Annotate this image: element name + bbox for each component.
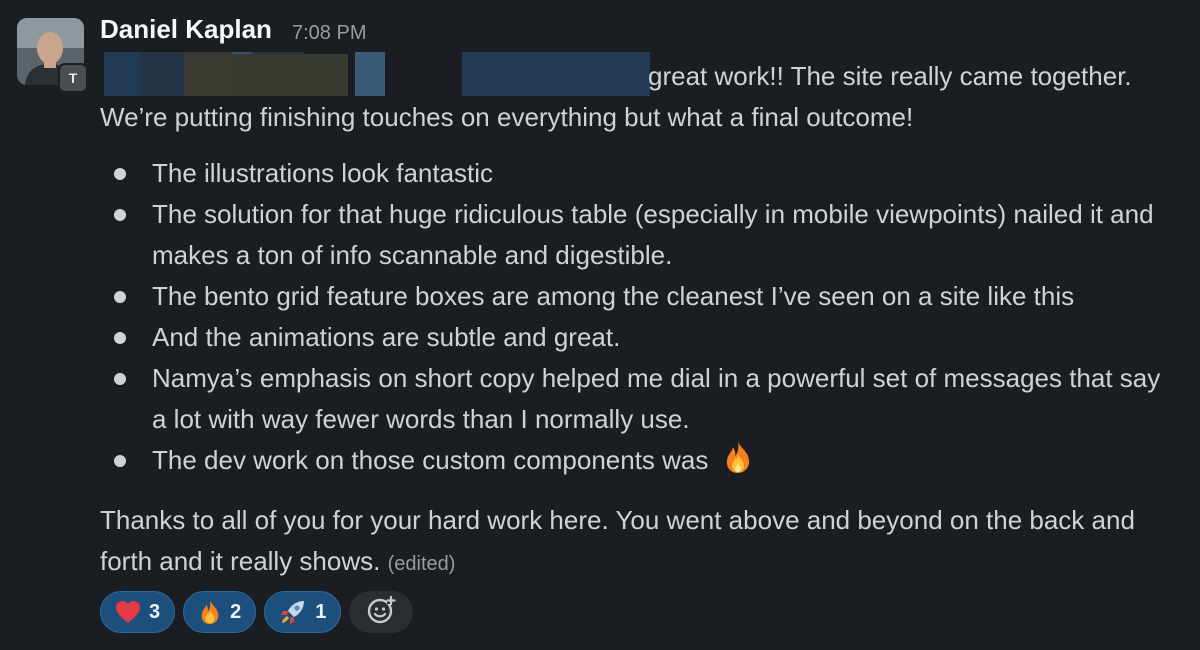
list-item: Namya’s emphasis on short copy helped me…	[100, 358, 1180, 440]
reaction-heart[interactable]: 3	[100, 591, 176, 633]
bullet-point	[114, 168, 126, 180]
message-closing: Thanks to all of you for your hard work …	[100, 500, 1180, 585]
chat-message: T Daniel Kaplan 7:08 PM great work!! The…	[0, 0, 1200, 650]
list-item: The bento grid feature boxes are among t…	[100, 276, 1180, 317]
list-item-text: The illustrations look fantastic	[152, 158, 494, 188]
reaction-count: 2	[230, 600, 242, 623]
reaction-bar: 3 2 1	[100, 591, 414, 633]
bullet-point	[114, 332, 126, 344]
bullet-point	[114, 291, 126, 303]
list-item-text: The bento grid feature boxes are among t…	[152, 281, 1075, 311]
list-item-text: The dev work on those custom components …	[152, 445, 709, 475]
list-item-text: Namya’s emphasis on short copy helped me…	[152, 363, 1161, 434]
list-item-text: The solution for that huge ridiculous ta…	[152, 199, 1154, 270]
reaction-count: 1	[315, 600, 327, 623]
redacted-mentions	[355, 52, 385, 96]
redacted-mentions	[228, 54, 348, 96]
list-item: And the animations are subtle and great.	[100, 317, 1180, 358]
bullet-point	[114, 209, 126, 221]
reaction-fire[interactable]: 2	[183, 591, 257, 633]
redacted-mentions	[462, 52, 650, 96]
reaction-rocket[interactable]: 1	[264, 591, 342, 633]
edited-label: (edited)	[387, 553, 456, 575]
bullet-list: The illustrations look fantastic The sol…	[100, 153, 1180, 486]
closing-text: Thanks to all of you for your hard work …	[100, 505, 1135, 576]
add-reaction-button[interactable]	[349, 591, 414, 633]
author-name[interactable]: Daniel Kaplan	[100, 14, 272, 45]
status-badge: T	[58, 63, 88, 93]
fire-icon	[198, 599, 222, 625]
reaction-count: 3	[149, 600, 161, 623]
message-text-line: We’re putting finishing touches on every…	[100, 102, 914, 132]
list-item: The solution for that huge ridiculous ta…	[100, 194, 1180, 276]
rocket-icon	[279, 598, 307, 626]
list-item: The illustrations look fantastic	[100, 153, 1180, 194]
add-emoji-icon	[366, 595, 396, 630]
message-timestamp[interactable]: 7:08 PM	[292, 22, 366, 45]
list-item-text: And the animations are subtle and great.	[152, 322, 621, 352]
list-item: The dev work on those custom components …	[100, 440, 1180, 486]
heart-icon	[115, 600, 141, 624]
fire-icon	[722, 440, 754, 486]
bullet-point	[114, 455, 126, 467]
bullet-point	[114, 373, 126, 385]
message-text-line: great work!! The site really came togeth…	[648, 61, 1132, 91]
